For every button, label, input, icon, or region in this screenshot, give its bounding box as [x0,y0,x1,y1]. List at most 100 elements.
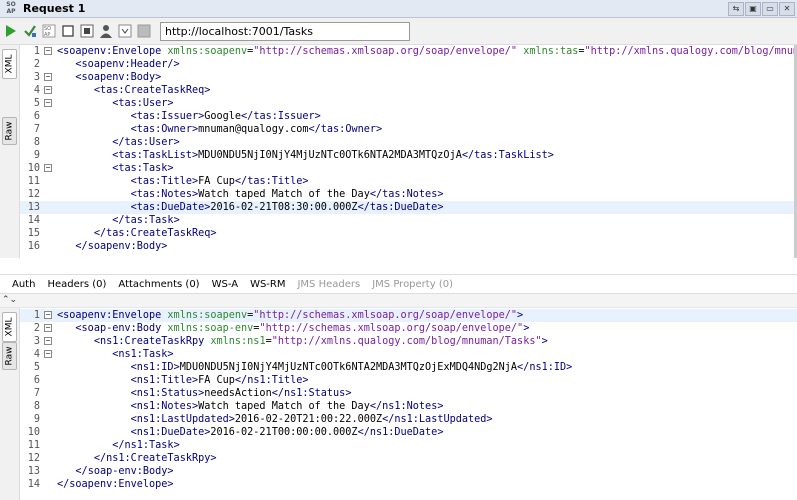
code-line[interactable]: 7 <tas:Owner>mnuman@qualogy.com</tas:Own… [20,123,797,136]
code-text: <ns1:DueDate>2016-02-21T00:00:00.000Z</n… [54,426,444,439]
pane-splitter[interactable]: ⌃⌄ [0,294,797,307]
response-raw-tab[interactable]: Raw [2,342,17,370]
tab-attachments-0[interactable]: Attachments (0) [118,279,199,290]
code-line[interactable]: 2 <soapenv:Header/> [20,58,797,71]
code-line[interactable]: 4− <tas:CreateTaskReq> [20,84,797,97]
play-icon[interactable] [3,23,19,39]
request-raw-tab[interactable]: Raw [2,117,17,145]
xml-token [57,137,112,148]
line-number: 12 [27,453,40,464]
xml-token: > [437,427,444,438]
collapse-icon[interactable]: − [44,99,52,107]
tab-ws-rm[interactable]: WS-RM [250,279,285,290]
code-line[interactable]: 2− <soap-env:Body xmlns:soap-env="http:/… [20,322,797,335]
xml-token: </ [75,241,88,252]
code-line[interactable]: 10 <ns1:DueDate>2016-02-21T00:00:00.000Z… [20,426,797,439]
tab-headers-0[interactable]: Headers (0) [47,279,106,290]
code-line[interactable]: 10− <tas:Task> [20,162,797,175]
xml-token: needsAction [204,388,272,399]
response-editor: XML Raw 1− <soapenv:Envelope xmlns:soapen… [0,307,797,500]
xml-token [57,98,112,109]
xml-token: </ [369,189,383,200]
fold-marker[interactable]: − [44,309,54,322]
line-number: 2 [33,59,40,70]
code-line[interactable]: 3− <soapenv:Body> [20,71,797,84]
code-line[interactable]: 3− <ns1:CreateTaskRpy xmlns:ns1="http://… [20,335,797,348]
line-number: 2 [33,323,40,334]
cancel-icon[interactable] [136,23,152,39]
tab-ws-a[interactable]: WS-A [212,279,238,290]
code-line[interactable]: 8 </tas:User> [20,136,797,149]
collapse-icon[interactable]: − [44,73,52,81]
code-line[interactable]: 5 <ns1:ID>MDU0NDU5NjI0NjY4MjUzNTc0OTk6NT… [20,361,797,374]
collapse-icon[interactable]: − [44,47,52,55]
split-icon[interactable]: ▣ [745,1,761,16]
code-line[interactable]: 1− <soapenv:Envelope xmlns:soapenv="http:… [20,45,797,58]
fold-marker[interactable]: − [44,71,54,84]
xml-token [57,59,75,70]
add-assertion-icon[interactable] [22,23,38,39]
code-line[interactable]: 12 </ns1:CreateTaskRpy> [20,452,797,465]
code-line[interactable]: 15 </tas:CreateTaskReq> [20,227,797,240]
response-xml-tab[interactable]: XML [2,312,17,342]
code-line[interactable]: 11 </ns1:Task> [20,439,797,452]
code-line[interactable]: 13 </soap-env:Body> [20,465,797,478]
fold-marker[interactable]: − [44,45,54,58]
fold-marker [44,465,54,478]
fold-marker[interactable]: − [44,335,54,348]
xml-token [57,176,131,187]
xml-token [57,375,131,386]
xml-token: ns1:Title [247,375,303,386]
collapse-icon[interactable]: − [44,324,52,332]
close-icon[interactable]: ✕ [779,1,795,16]
xml-token: </ [382,414,395,425]
collapse-icon[interactable]: − [44,350,52,358]
code-line[interactable]: 14 </tas:Task> [20,214,797,227]
xml-token: ns1:Notes [382,401,438,412]
collapse-icon[interactable]: − [44,337,52,345]
request-attachments-tabs: Auth Headers (0) Attachments (0) WS-A WS-RM J… [0,274,797,294]
code-line[interactable]: 6 <ns1:Title>FA Cup</ns1:Title> [20,374,797,387]
swap-icon[interactable]: ⇆ [728,1,744,16]
code-line[interactable]: 14 </soapenv:Envelope> [20,478,797,491]
code-line[interactable]: 16 </soapenv:Body> [20,240,797,253]
code-line[interactable]: 9 <ns1:LastUpdated>2016-02-20T21:00:22.0… [20,413,797,426]
maximize-icon[interactable]: ▭ [762,1,778,16]
code-line[interactable]: 5− <tas:User> [20,97,797,110]
fold-marker[interactable]: − [44,348,54,361]
collapse-icon[interactable]: − [44,311,52,319]
collapse-icon[interactable]: − [44,86,52,94]
stop-icon[interactable] [60,23,76,39]
code-line[interactable]: 4− <ns1:Task> [20,348,797,361]
request-xml-tab[interactable]: XML [2,49,17,79]
code-line[interactable]: 7 <ns1:Status>needsAction</ns1:Status> [20,387,797,400]
fold-marker[interactable]: − [44,84,54,97]
xml-token [57,85,94,96]
user-icon[interactable] [98,23,114,39]
window-titlebar: SO AP Request 1 ⇆ ▣ ▭ ✕ [0,0,797,18]
code-line[interactable]: 8 <ns1:Notes>Watch taped Match of the Da… [20,400,797,413]
options-icon[interactable] [79,23,95,39]
collapse-icon[interactable]: − [44,164,52,172]
xml-token: ns1:ID [136,362,174,373]
xml-token: tas:DueDate [369,202,438,213]
fold-marker[interactable]: − [44,162,54,175]
code-line[interactable]: 9 <tas:TaskList>MDU0NDU5NjI0NjY4MjUzNTc0… [20,149,797,162]
endpoint-url-field[interactable]: http://localhost:7001/Tasks [160,21,410,41]
code-line[interactable]: 13 <tas:DueDate>2016-02-21T08:30:00.000Z… [20,201,797,214]
code-line[interactable]: 11 <tas:Title>FA Cup</tas:Title> [20,175,797,188]
fold-marker[interactable]: − [44,97,54,110]
code-line[interactable]: 12 <tas:Notes>Watch taped Match of the D… [20,188,797,201]
fold-marker[interactable]: − [44,322,54,335]
tab-auth[interactable]: Auth [12,279,35,290]
code-line[interactable]: 6 <tas:Issuer>Google</tas:Issuer> [20,110,797,123]
code-line[interactable]: 1− <soapenv:Envelope xmlns:soapenv="http:… [20,309,797,322]
move-down-icon[interactable] [117,23,133,39]
response-xml-code[interactable]: 1− <soapenv:Envelope xmlns:soapenv="http:… [20,308,797,500]
fold-marker [44,227,54,240]
xml-token: > [517,310,524,321]
xml-token: tas:Owner [136,124,192,135]
ws-security-icon[interactable]: SO AP [41,23,57,39]
xml-token: /> [167,59,180,70]
request-xml-code[interactable]: 1− <soapenv:Envelope xmlns:soapenv="http:… [20,45,797,258]
